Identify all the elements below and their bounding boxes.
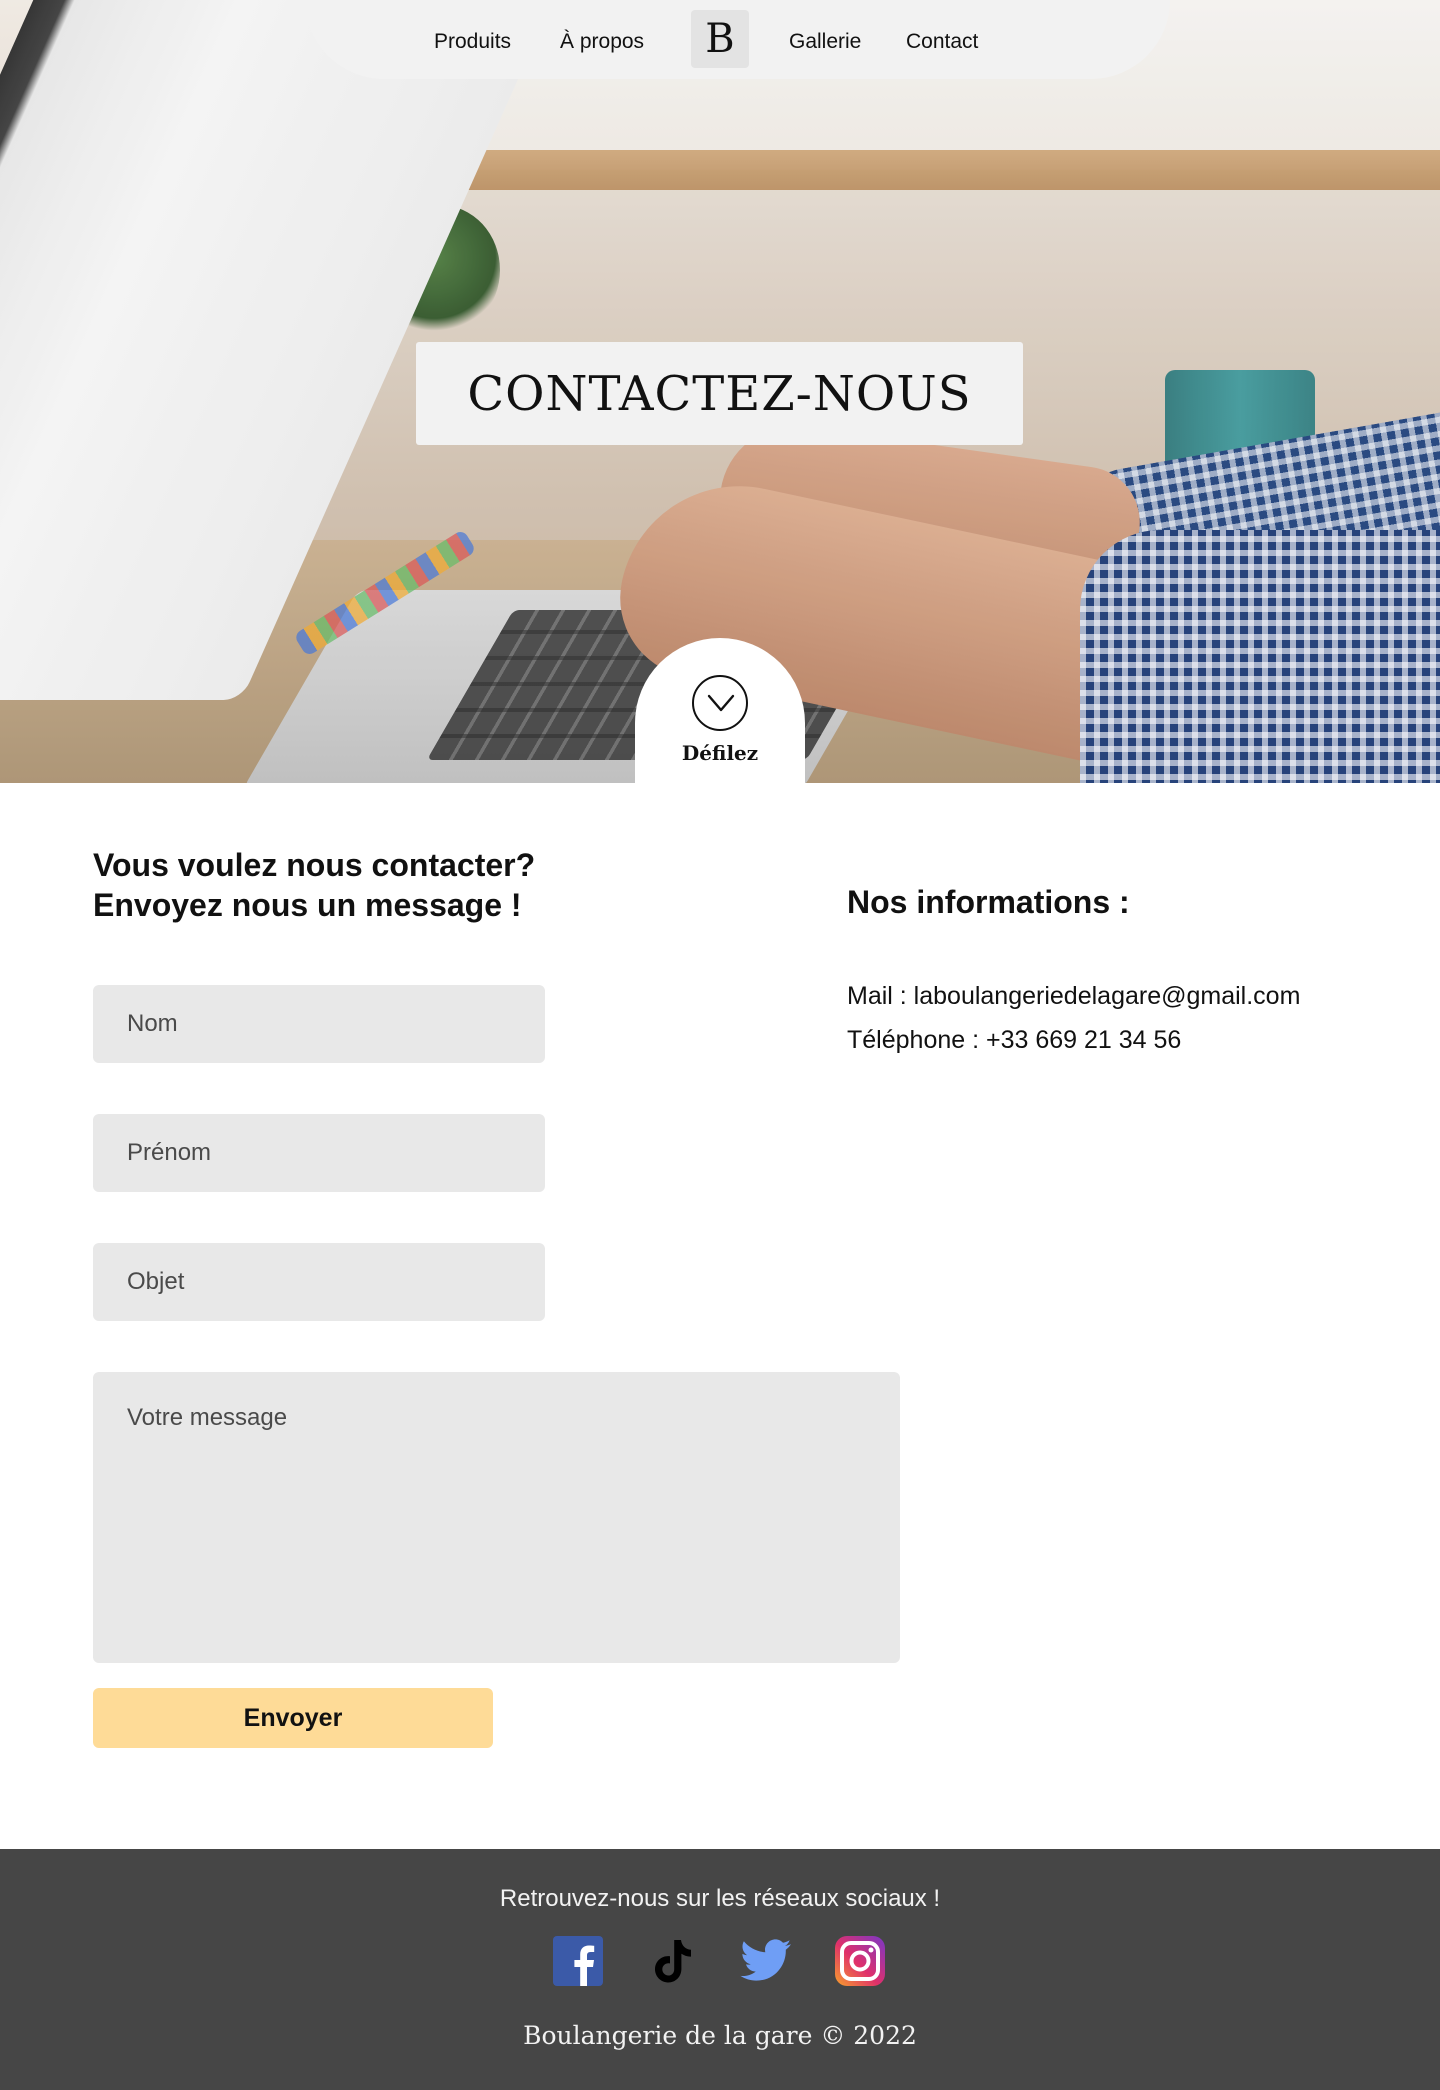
objet-input[interactable] [93,1243,545,1321]
message-textarea[interactable] [93,1372,900,1663]
nav-link-contact[interactable]: Contact [906,30,978,54]
nav-link-a-propos[interactable]: À propos [560,30,644,54]
hero-title-box: CONTACTEZ-NOUS [416,342,1023,445]
footer-tagline: Retrouvez-nous sur les réseaux sociaux ! [499,1885,941,1912]
instagram-icon[interactable] [834,1935,886,1987]
info-heading: Nos informations : [847,884,1130,920]
info-phone: Téléphone : +33 669 21 34 56 [847,1026,1182,1054]
chevron-down-icon [692,675,748,731]
footer-copyright: Boulangerie de la gare © 2022 [523,2021,917,2050]
form-heading: Vous voulez nous contacter? Envoyez nous… [93,847,536,923]
prenom-input[interactable] [93,1114,545,1192]
nav-link-gallerie[interactable]: Gallerie [789,30,861,54]
nom-input[interactable] [93,985,545,1063]
tiktok-icon[interactable] [646,1935,698,1987]
logo[interactable]: B [691,10,749,68]
nav-link-produits[interactable]: Produits [434,30,511,54]
top-navigation: Produits À propos B Gallerie Contact [305,0,1170,79]
page-title: CONTACTEZ-NOUS [467,365,972,422]
scroll-label: Défilez [681,741,759,765]
facebook-icon[interactable] [552,1935,604,1987]
twitter-icon[interactable] [740,1935,792,1987]
send-button[interactable]: Envoyer [93,1688,493,1748]
hero-banner: Produits À propos B Gallerie Contact CON… [0,0,1440,783]
footer: Retrouvez-nous sur les réseaux sociaux ! [0,1849,1440,2090]
info-mail: Mail : laboulangeriedelagare@gmail.com [847,982,1301,1010]
